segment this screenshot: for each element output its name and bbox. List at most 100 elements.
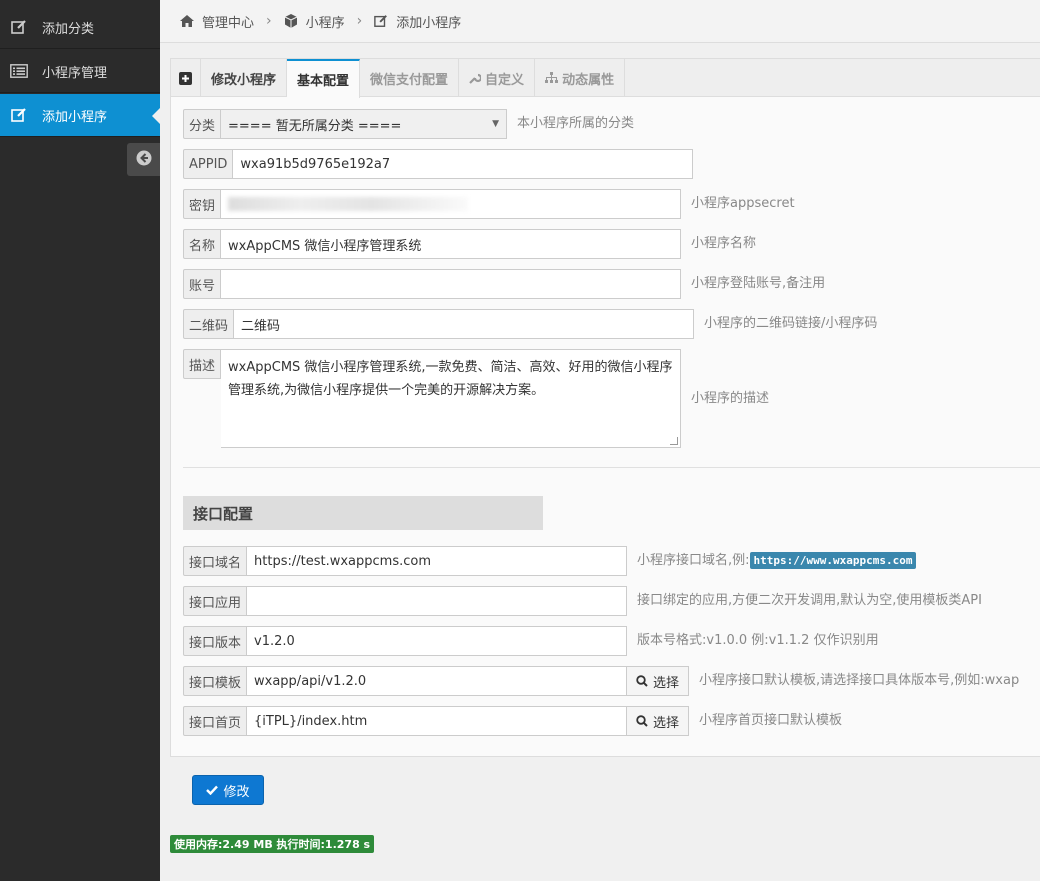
breadcrumb-label: 管理中心	[202, 15, 255, 31]
desc-row: 描述 wxAppCMS 微信小程序管理系统,一款免费、简洁、高效、好用的微信小程…	[183, 349, 769, 448]
category-row: 分类 ==== 暂无所属分类 ==== ▼ 本小程序所属的分类	[183, 109, 634, 139]
plus-square-icon	[179, 71, 192, 85]
qrcode-input[interactable]: 二维码	[234, 309, 695, 339]
tab-wxpay-config[interactable]: 微信支付配置	[360, 59, 460, 97]
appid-input[interactable]: wxa91b5d9765e192a7	[233, 149, 694, 179]
wrench-icon	[469, 73, 482, 84]
breadcrumb-label: 添加小程序	[396, 15, 462, 31]
api-domain-hint: 小程序接口域名,例: https://www.wxappcms.com	[637, 546, 917, 576]
name-input[interactable]: wxAppCMS 微信小程序管理系统	[221, 229, 682, 259]
button-label: 选择	[653, 675, 680, 691]
section-divider	[183, 467, 1040, 468]
check-icon	[206, 785, 219, 795]
submit-label: 修改	[223, 784, 250, 800]
api-domain-label: 接口域名	[183, 546, 248, 576]
name-hint: 小程序名称	[691, 236, 757, 251]
api-template-row: 接口模板 wxapp/api/v1.2.0 选择 小程序接口默认模板,请选择接口…	[183, 666, 1019, 696]
api-template-choose-button[interactable]: 选择	[627, 666, 690, 696]
chevron-right-icon: ›	[266, 13, 272, 29]
account-row: 账号 小程序登陆账号,备注用	[183, 269, 825, 299]
breadcrumb-item-home[interactable]: 管理中心	[180, 12, 254, 31]
edit-icon	[10, 107, 28, 123]
breadcrumb-item-apps[interactable]: 小程序	[284, 12, 345, 31]
api-app-label: 接口应用	[183, 586, 248, 616]
home-icon	[180, 15, 194, 27]
api-home-hint: 小程序首页接口默认模板	[699, 713, 843, 728]
appid-row: APPID wxa91b5d9765e192a7	[183, 149, 694, 179]
category-selected-value: ==== 暂无所属分类 ====	[228, 118, 402, 134]
api-template-label: 接口模板	[183, 666, 248, 696]
sidebar-item-label: 小程序管理	[42, 65, 108, 81]
sidebar-item-add-app[interactable]: 添加小程序	[0, 94, 160, 137]
api-home-choose-button[interactable]: 选择	[627, 706, 690, 736]
appid-label: APPID	[183, 149, 234, 179]
list-icon	[10, 63, 28, 79]
cube-icon	[284, 14, 297, 28]
resize-handle[interactable]	[670, 437, 679, 445]
account-input[interactable]	[221, 269, 682, 299]
desc-textarea[interactable]: wxAppCMS 微信小程序管理系统,一款免费、简洁、高效、好用的微信小程序管理…	[221, 349, 682, 448]
tab-custom[interactable]: 自定义	[459, 59, 536, 97]
sidebar-item-add-category[interactable]: 添加分类	[0, 6, 160, 49]
api-domain-row: 接口域名 https://test.wxappcms.com 小程序接口域名,例…	[183, 546, 917, 576]
perf-badge: 使用内存:2.49 MB 执行时间:1.278 s	[170, 835, 375, 853]
api-domain-hint-text: 小程序接口域名,例:	[637, 553, 750, 568]
sidebar-collapse-button[interactable]	[127, 143, 160, 176]
tab-add[interactable]	[171, 59, 201, 97]
api-app-input[interactable]	[247, 586, 628, 616]
category-select[interactable]: ==== 暂无所属分类 ==== ▼	[221, 109, 508, 139]
api-app-hint: 接口绑定的应用,方便二次开发调用,默认为空,使用模板类API	[637, 593, 982, 608]
api-domain-example: https://www.wxappcms.com	[749, 552, 917, 569]
desc-text: wxAppCMS 微信小程序管理系统,一款免费、简洁、高效、好用的微信小程序管理…	[228, 360, 673, 398]
button-label: 选择	[653, 715, 680, 731]
search-icon	[636, 675, 648, 687]
tab-dynamic-attrs[interactable]: 动态属性	[535, 59, 626, 97]
tab-basic-config[interactable]: 基本配置	[287, 59, 361, 98]
category-label: 分类	[183, 109, 222, 139]
breadcrumb: 管理中心 › 小程序 › 添加小程序	[160, 0, 1040, 43]
api-domain-input[interactable]: https://test.wxappcms.com	[247, 546, 628, 576]
api-app-row: 接口应用 接口绑定的应用,方便二次开发调用,默认为空,使用模板类API	[183, 586, 982, 616]
qrcode-hint: 小程序的二维码链接/小程序码	[704, 316, 878, 331]
api-version-label: 接口版本	[183, 626, 248, 656]
chevron-right-icon: ›	[356, 13, 363, 29]
api-home-input[interactable]: {iTPL}/index.htm	[247, 706, 628, 736]
desc-hint: 小程序的描述	[691, 391, 770, 406]
api-section-title: 接口配置	[183, 496, 543, 530]
redacted-secret	[228, 197, 469, 211]
secret-label: 密钥	[183, 189, 222, 219]
api-version-hint: 版本号格式:v1.0.0 例:v1.1.2 仅作识别用	[637, 633, 879, 648]
secret-hint: 小程序appsecret	[691, 196, 795, 211]
secret-input[interactable]	[221, 189, 682, 219]
category-hint: 本小程序所属的分类	[517, 116, 635, 131]
edit-icon	[10, 19, 28, 35]
account-label: 账号	[183, 269, 222, 299]
caret-down-icon: ▼	[492, 119, 500, 129]
secret-row: 密钥 小程序appsecret	[183, 189, 795, 219]
qrcode-label: 二维码	[183, 309, 235, 339]
tab-label: 动态属性	[562, 72, 615, 88]
api-version-input[interactable]: v1.2.0	[247, 626, 628, 656]
edit-icon	[374, 15, 388, 27]
sidebar-item-label: 添加分类	[42, 21, 95, 37]
form-panel: 修改小程序 基本配置 微信支付配置 自定义 动态属性 分类 ==== 暂无所属分…	[170, 58, 1040, 757]
sitemap-icon	[545, 72, 559, 83]
breadcrumb-label: 小程序	[305, 15, 345, 31]
sidebar-item-app-manage[interactable]: 小程序管理	[0, 50, 160, 93]
account-hint: 小程序登陆账号,备注用	[691, 276, 826, 291]
tab-label: 自定义	[485, 72, 525, 88]
arrow-left-circle-icon	[136, 150, 152, 170]
main-content: 管理中心 › 小程序 › 添加小程序 修改小程序 基本配置 微信支付配置 自定义	[160, 0, 1040, 881]
api-template-input[interactable]: wxapp/api/v1.2.0	[247, 666, 628, 696]
search-icon	[636, 715, 648, 727]
desc-label: 描述	[183, 349, 222, 379]
qrcode-row: 二维码 二维码 小程序的二维码链接/小程序码	[183, 309, 877, 339]
name-row: 名称 wxAppCMS 微信小程序管理系统 小程序名称	[183, 229, 756, 259]
tab-edit-app[interactable]: 修改小程序	[201, 59, 288, 97]
submit-button[interactable]: 修改	[192, 775, 264, 805]
tab-bar: 修改小程序 基本配置 微信支付配置 自定义 动态属性	[171, 59, 1040, 98]
api-home-row: 接口首页 {iTPL}/index.htm 选择 小程序首页接口默认模板	[183, 706, 842, 736]
api-template-hint: 小程序接口默认模板,请选择接口具体版本号,例如:wxap	[699, 673, 1020, 688]
api-home-label: 接口首页	[183, 706, 248, 736]
api-version-row: 接口版本 v1.2.0 版本号格式:v1.0.0 例:v1.1.2 仅作识别用	[183, 626, 879, 656]
